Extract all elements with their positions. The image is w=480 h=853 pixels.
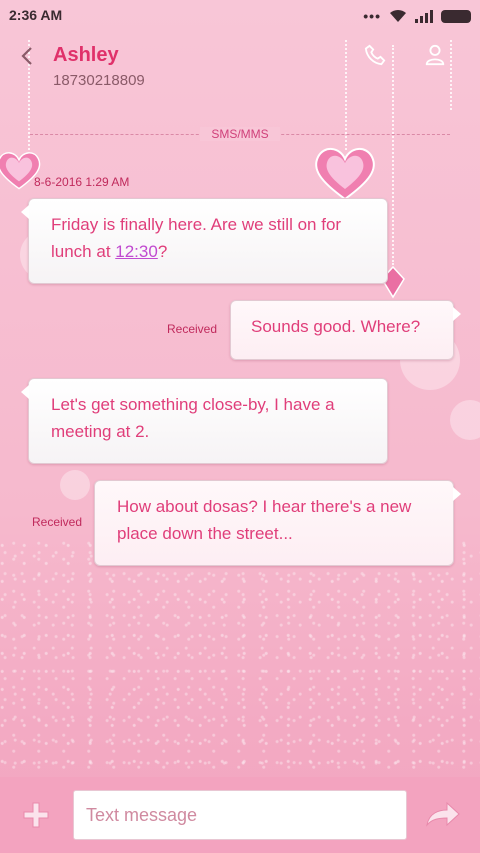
decorative-chain bbox=[392, 45, 394, 265]
message-text: Friday is finally here. Are we still on … bbox=[51, 215, 342, 261]
bokeh-light bbox=[450, 400, 480, 440]
signal-icon bbox=[415, 9, 433, 23]
glitter-background bbox=[0, 540, 480, 780]
message-bubble-received[interactable]: How about dosas? I hear there's a new pl… bbox=[94, 480, 461, 566]
decorative-chain bbox=[450, 40, 452, 110]
message-bubble-sent[interactable]: Friday is finally here. Are we still on … bbox=[21, 198, 388, 284]
contact-number: 18730218809 bbox=[53, 72, 145, 89]
received-label: Received bbox=[167, 322, 218, 336]
more-notifications-icon: ••• bbox=[363, 8, 381, 24]
received-label: Received bbox=[32, 515, 83, 529]
call-icon[interactable] bbox=[364, 44, 386, 66]
message-bubble-received[interactable]: Sounds good. Where? bbox=[230, 300, 461, 360]
message-type-label: SMS/MMS bbox=[200, 127, 280, 141]
time-link[interactable]: 12:30 bbox=[115, 242, 158, 261]
person-icon[interactable] bbox=[424, 44, 446, 66]
message-input[interactable] bbox=[73, 790, 407, 840]
send-icon[interactable] bbox=[425, 801, 461, 829]
plus-icon[interactable] bbox=[22, 801, 50, 829]
back-icon[interactable] bbox=[18, 46, 38, 66]
message-timestamp: 8-6-2016 1:29 AM bbox=[34, 175, 130, 189]
message-bubble-sent[interactable]: Let's get something close-by, I have a m… bbox=[21, 378, 388, 464]
heart-jewel-icon bbox=[315, 148, 375, 201]
status-bar: 2:36 AM ••• bbox=[0, 0, 480, 30]
status-time: 2:36 AM bbox=[9, 7, 63, 23]
message-text: ? bbox=[157, 242, 168, 261]
bokeh-light bbox=[60, 470, 90, 500]
wifi-icon bbox=[390, 9, 406, 22]
message-text: How about dosas? I hear there's a new pl… bbox=[117, 497, 412, 543]
contact-name: Ashley bbox=[53, 44, 119, 66]
message-text: Let's get something close-by, I have a m… bbox=[51, 395, 335, 441]
message-text: Sounds good. Where? bbox=[251, 317, 421, 336]
battery-icon bbox=[441, 9, 471, 23]
